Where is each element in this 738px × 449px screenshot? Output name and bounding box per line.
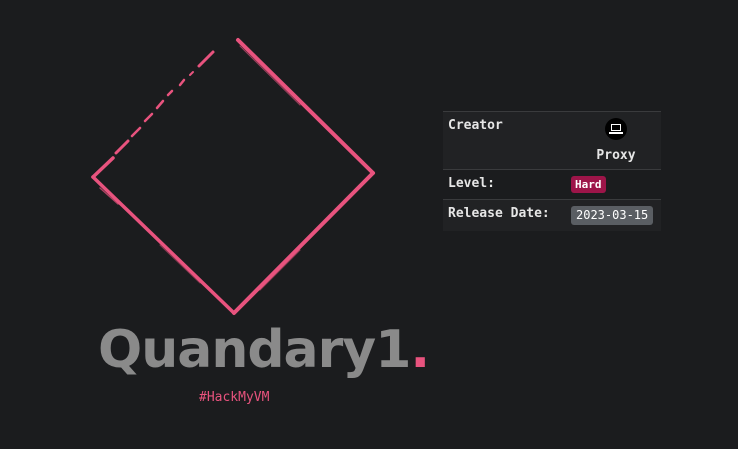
machine-info-table: Creator Proxy Level: Hard Release Date: …	[443, 111, 661, 231]
machine-name: Quandary1	[98, 320, 411, 380]
creator-cell: Proxy	[571, 111, 661, 170]
release-label: Release Date:	[443, 199, 571, 231]
machine-name-dot: .	[410, 320, 430, 380]
platform-hashtag: #HackMyVM	[199, 390, 270, 405]
creator-name[interactable]: Proxy	[576, 148, 656, 163]
release-date-badge: 2023-03-15	[571, 206, 654, 225]
machine-title: Quandary1.	[98, 318, 430, 382]
creator-row: Creator Proxy	[443, 111, 661, 170]
creator-label: Creator	[443, 111, 571, 170]
machine-logo-area: Quandary1. #HackMyVM	[0, 0, 440, 449]
level-label: Level:	[443, 169, 571, 200]
release-cell: 2023-03-15	[571, 199, 661, 231]
level-cell: Hard	[571, 169, 661, 200]
laptop-avatar-icon	[609, 124, 623, 134]
level-badge: Hard	[571, 176, 606, 193]
creator-avatar[interactable]	[605, 118, 627, 140]
diamond-logo-icon	[91, 38, 375, 315]
level-row: Level: Hard	[443, 169, 661, 200]
release-row: Release Date: 2023-03-15	[443, 199, 661, 231]
